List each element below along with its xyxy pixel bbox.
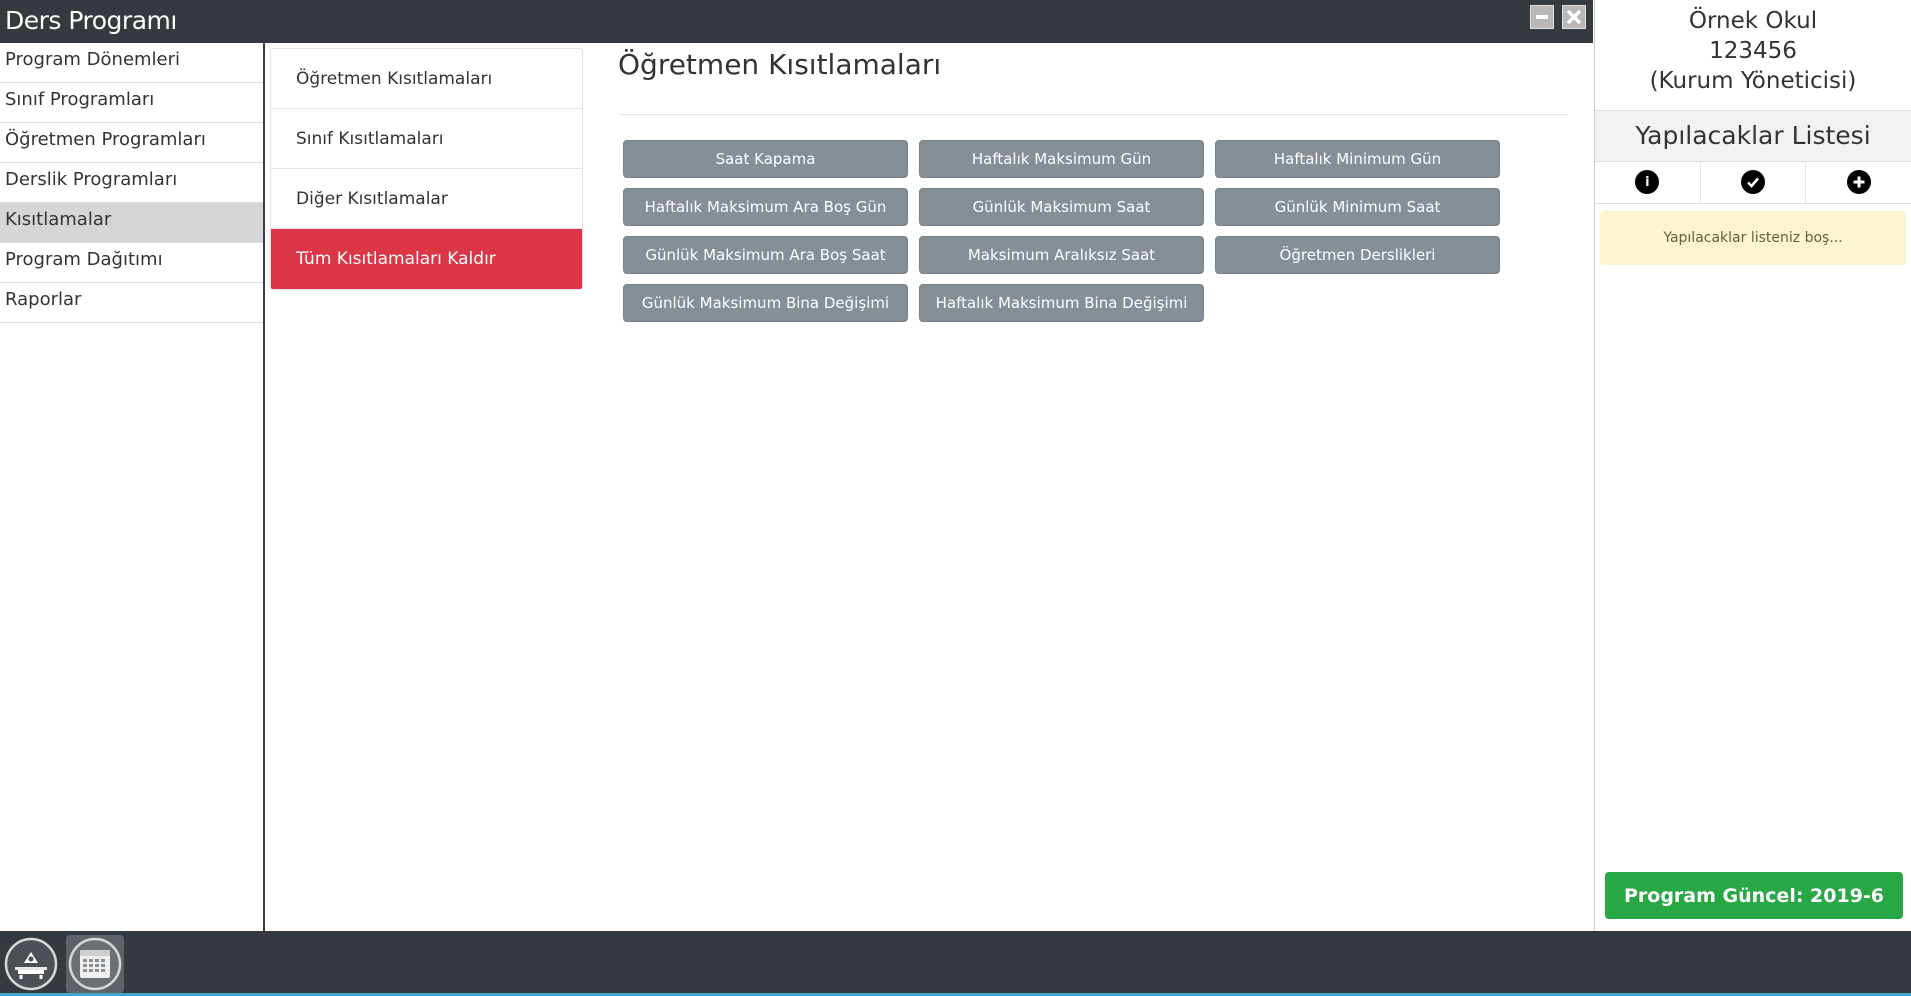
constraint-button-grid: Saat Kapama Haftalık Maksimum Gün Haftal… — [623, 140, 1500, 322]
constraints-submenu: Öğretmen Kısıtlamaları Sınıf Kısıtlamala… — [270, 48, 583, 290]
gunluk-maksimum-ara-bos-saat-button[interactable]: Günlük Maksimum Ara Boş Saat — [623, 236, 908, 274]
sidebar-item-ogretmen-programlari[interactable]: Öğretmen Programları — [0, 123, 263, 163]
submenu-item-ogretmen-kisitlamalari[interactable]: Öğretmen Kısıtlamaları — [271, 49, 582, 109]
sidebar: Program Dönemleri Sınıf Programları Öğre… — [0, 43, 265, 931]
gunluk-maksimum-bina-degisimi-button[interactable]: Günlük Maksimum Bina Değişimi — [623, 284, 908, 322]
todo-toolbar: i — [1595, 161, 1911, 204]
saat-kapama-button[interactable]: Saat Kapama — [623, 140, 908, 178]
taskbar — [0, 931, 1911, 996]
organization-info: Örnek Okul 123456 (Kurum Yöneticisi) — [1595, 0, 1911, 96]
sidebar-item-kisitlamalar[interactable]: Kısıtlamalar — [0, 203, 263, 243]
plus-icon — [1846, 170, 1871, 194]
maksimum-araliksiz-saat-button[interactable]: Maksimum Aralıksız Saat — [919, 236, 1204, 274]
school-home-icon — [4, 937, 58, 991]
sidebar-item-program-dagitimi[interactable]: Program Dağıtımı — [0, 243, 263, 283]
window-title: Ders Programı — [5, 6, 177, 35]
close-icon — [1566, 9, 1582, 25]
taskbar-calendar-button[interactable] — [66, 935, 124, 993]
haftalik-maksimum-ara-bos-gun-button[interactable]: Haftalık Maksimum Ara Boş Gün — [623, 188, 908, 226]
todo-done-button[interactable] — [1701, 161, 1807, 203]
right-panel: Örnek Okul 123456 (Kurum Yöneticisi) Yap… — [1594, 0, 1911, 931]
user-role: (Kurum Yöneticisi) — [1649, 68, 1857, 94]
window-titlebar: Ders Programı — [0, 0, 1593, 43]
minimize-button[interactable] — [1530, 5, 1554, 29]
todo-add-button[interactable] — [1806, 161, 1911, 203]
haftalik-maksimum-bina-degisimi-button[interactable]: Haftalık Maksimum Bina Değişimi — [919, 284, 1204, 322]
minimize-icon — [1536, 15, 1548, 19]
submenu-item-diger-kisitlamalar[interactable]: Diğer Kısıtlamalar — [271, 169, 582, 229]
school-name: Örnek Okul — [1688, 8, 1818, 34]
todo-empty-message: Yapılacaklar listeniz boş... — [1600, 211, 1906, 265]
title-divider — [618, 114, 1568, 115]
info-icon: i — [1635, 170, 1660, 194]
page-title: Öğretmen Kısıtlamaları — [618, 48, 942, 81]
sidebar-item-sinif-programlari[interactable]: Sınıf Programları — [0, 83, 263, 123]
school-code: 123456 — [1709, 38, 1797, 64]
ogretmen-derslikleri-button[interactable]: Öğretmen Derslikleri — [1215, 236, 1500, 274]
sidebar-item-derslik-programlari[interactable]: Derslik Programları — [0, 163, 263, 203]
close-button[interactable] — [1562, 5, 1586, 29]
gunluk-maksimum-saat-button[interactable]: Günlük Maksimum Saat — [919, 188, 1204, 226]
todo-title: Yapılacaklar Listesi — [1595, 110, 1911, 162]
haftalik-minimum-gun-button[interactable]: Haftalık Minimum Gün — [1215, 140, 1500, 178]
todo-info-button[interactable]: i — [1595, 161, 1701, 203]
check-icon — [1741, 170, 1765, 194]
program-status-button[interactable]: Program Güncel: 2019-6 — [1605, 872, 1903, 919]
remove-all-constraints-button[interactable]: Tüm Kısıtlamaları Kaldır — [271, 229, 582, 289]
submenu-item-sinif-kisitlamalari[interactable]: Sınıf Kısıtlamaları — [271, 109, 582, 169]
sidebar-item-program-donemleri[interactable]: Program Dönemleri — [0, 43, 263, 83]
gunluk-minimum-saat-button[interactable]: Günlük Minimum Saat — [1215, 188, 1500, 226]
sidebar-item-raporlar[interactable]: Raporlar — [0, 283, 263, 323]
taskbar-home-button[interactable] — [2, 935, 60, 993]
calendar-icon — [68, 937, 122, 991]
haftalik-maksimum-gun-button[interactable]: Haftalık Maksimum Gün — [919, 140, 1204, 178]
